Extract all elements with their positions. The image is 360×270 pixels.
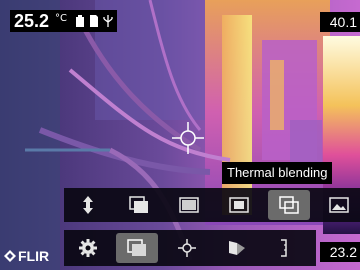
status-icons [75,15,113,27]
digital-camera-icon [329,197,349,213]
thermal-msx-icon [229,197,249,213]
measurement-arrow-icon [83,196,93,214]
battery-icon [76,15,85,27]
measurement-button[interactable] [166,233,208,263]
spot-meter-crosshair-icon[interactable] [172,122,204,154]
thermal-blending-tooltip: Thermal blending [222,162,333,184]
thermal-msx-button[interactable] [218,190,260,220]
flir-logo-icon [4,250,16,262]
picture-in-picture-icon [129,196,148,213]
thermal-blending-icon [279,196,299,214]
image-mode-button[interactable] [116,233,158,263]
measurement-arrow-button[interactable] [68,190,108,220]
color-palette-button[interactable] [216,233,258,263]
flir-logo-text: FLIR [18,248,50,264]
sd-card-icon [90,15,99,27]
image-mode-icon [127,239,146,256]
measurement-spot-icon [178,239,196,257]
picture-in-picture-button[interactable] [118,190,160,220]
color-palette-icon [229,241,245,255]
thermal-blending-button[interactable] [268,190,310,220]
image-mode-submenu [64,188,360,222]
usb-icon [103,15,113,27]
settings-gear-icon [79,239,97,257]
settings-button[interactable] [68,233,108,263]
temperature-scale-icon [281,239,287,257]
temperature-unit: °C [55,13,68,24]
scale-min-temperature: 23.2 [320,242,360,262]
temperature-scale-button[interactable] [266,233,302,263]
scale-max-temperature: 40.1 [320,12,360,32]
digital-camera-button[interactable] [318,190,360,220]
thermal-mode-icon [179,197,199,213]
flir-logo: FLIR [4,248,49,264]
temperature-readout: 25.2 °C [10,10,118,32]
main-menu [64,230,316,266]
thermal-mode-button[interactable] [168,190,210,220]
temperature-value: 25.2 [14,10,50,31]
